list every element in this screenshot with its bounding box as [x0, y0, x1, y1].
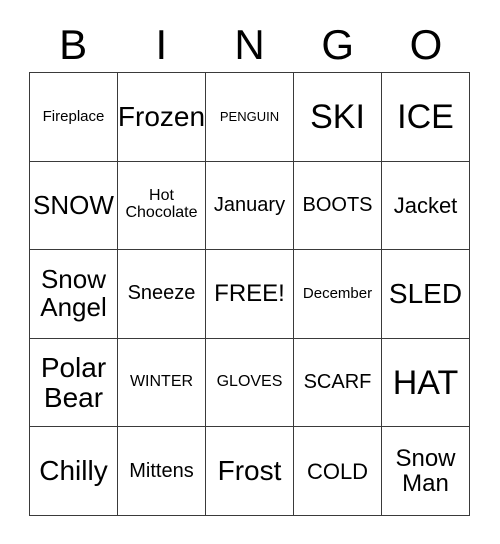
bingo-cell-i5[interactable]: Mittens [118, 427, 206, 516]
bingo-cell-label: PENGUIN [219, 108, 280, 124]
bingo-cell-n2[interactable]: January [206, 161, 294, 251]
bingo-cell-i4[interactable]: WINTER [118, 338, 206, 428]
bingo-cell-label: ICE [397, 97, 454, 136]
bingo-cell-b1[interactable]: Fireplace [30, 73, 118, 162]
bingo-cell-label: Snow Angel [40, 264, 107, 322]
bingo-cell-i1[interactable]: Frozen [118, 73, 206, 162]
bingo-cell-label: COLD [306, 458, 369, 484]
bingo-row-4: Polar Bear WINTER GLOVES SCARF HAT [30, 338, 470, 428]
bingo-cell-b4[interactable]: Polar Bear [30, 338, 118, 428]
bingo-cell-n1[interactable]: PENGUIN [206, 73, 294, 162]
bingo-cell-o4[interactable]: HAT [382, 338, 470, 428]
bingo-cell-o5[interactable]: Snow Man [382, 427, 470, 516]
bingo-cell-label: January [213, 193, 286, 216]
bingo-cell-label: BOOTS [302, 193, 373, 216]
bingo-header-letter-i: I [155, 21, 168, 68]
bingo-cell-label: Sneeze [127, 282, 196, 305]
bingo-row-1: Fireplace Frozen PENGUIN SKI ICE [30, 73, 470, 162]
bingo-cell-n5[interactable]: Frost [206, 427, 294, 516]
bingo-cell-label: SKI [310, 97, 365, 136]
bingo-card: B I N G O Fireplace Frozen PENGUIN SKI I… [0, 0, 500, 544]
bingo-header-row: B I N G O [29, 18, 470, 72]
bingo-cell-i2[interactable]: Hot Chocolate [118, 161, 206, 251]
bingo-cell-free-space[interactable]: FREE! [206, 250, 294, 339]
bingo-cell-label: SCARF [303, 370, 372, 393]
bingo-cell-label: Frozen [117, 100, 206, 132]
bingo-cell-label: Chilly [39, 455, 108, 487]
bingo-cell-g1[interactable]: SKI [294, 73, 382, 162]
bingo-free-label: FREE! [214, 280, 285, 308]
bingo-cell-label: Mittens [129, 459, 194, 482]
bingo-cell-o3[interactable]: SLED [382, 250, 470, 339]
bingo-header-letter-g: G [321, 21, 355, 68]
bingo-cell-b3[interactable]: Snow Angel [30, 250, 118, 339]
bingo-cell-o1[interactable]: ICE [382, 73, 470, 162]
bingo-cell-label: WINTER [129, 373, 194, 391]
bingo-cell-b5[interactable]: Chilly [30, 427, 118, 516]
bingo-cell-g3[interactable]: December [294, 250, 382, 339]
bingo-cell-i3[interactable]: Sneeze [118, 250, 206, 339]
bingo-header-letter-n: N [234, 21, 265, 68]
bingo-cell-label: Hot Chocolate [125, 187, 198, 222]
bingo-row-2: SNOW Hot Chocolate January BOOTS Jacket [30, 161, 470, 251]
bingo-grid: Fireplace Frozen PENGUIN SKI ICE SNOW Ho… [29, 72, 470, 516]
bingo-cell-g5[interactable]: COLD [294, 427, 382, 516]
bingo-cell-label: Snow Man [395, 444, 456, 498]
bingo-cell-label: Polar Bear [40, 351, 107, 413]
bingo-cell-o2[interactable]: Jacket [382, 161, 470, 251]
bingo-cell-label: Frost [217, 455, 282, 487]
bingo-header-letter-o: O [409, 21, 443, 68]
bingo-header-letter-b: B [59, 21, 88, 68]
bingo-cell-g2[interactable]: BOOTS [294, 161, 382, 251]
bingo-cell-n4[interactable]: GLOVES [206, 338, 294, 428]
bingo-cell-label: Fireplace [42, 107, 105, 125]
bingo-row-3: Snow Angel Sneeze FREE! December SLED [30, 250, 470, 339]
bingo-cell-b2[interactable]: SNOW [30, 161, 118, 251]
bingo-cell-label: December [302, 285, 373, 303]
bingo-cell-label: SLED [388, 278, 463, 310]
bingo-cell-label: Jacket [393, 192, 458, 218]
bingo-cell-label: GLOVES [216, 373, 283, 391]
bingo-row-5: Chilly Mittens Frost COLD Snow Man [30, 427, 470, 516]
bingo-cell-label: SNOW [33, 189, 114, 220]
bingo-cell-g4[interactable]: SCARF [294, 338, 382, 428]
bingo-cell-label: HAT [392, 363, 459, 402]
